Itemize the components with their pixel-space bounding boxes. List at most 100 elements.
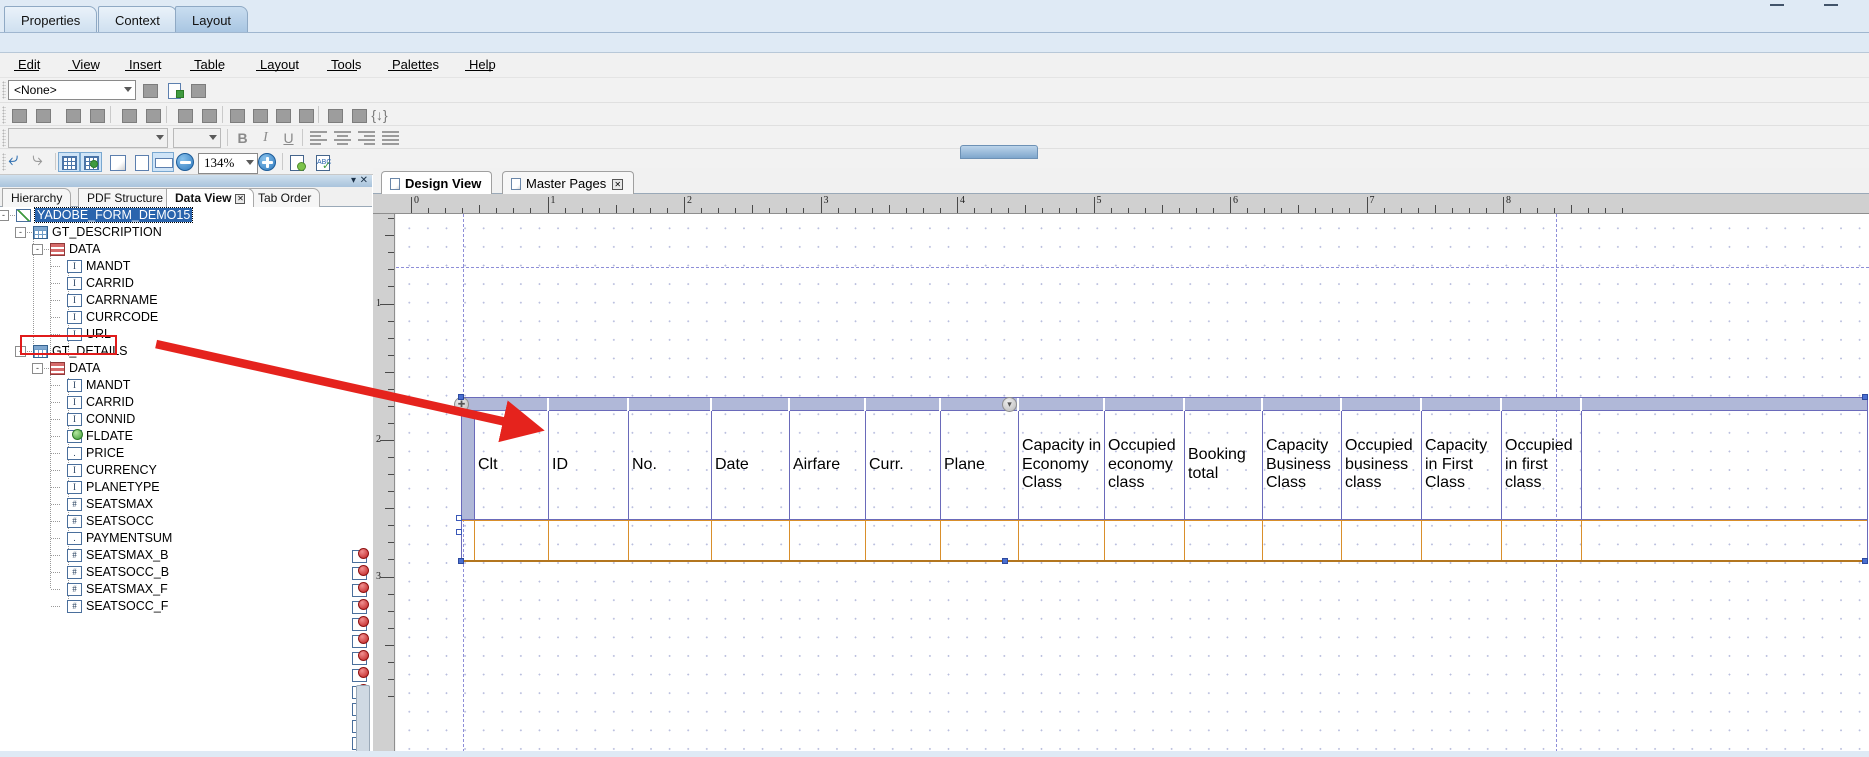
table-header-cell[interactable]: Curr. [866, 411, 941, 519]
resize-handle-br[interactable] [1862, 558, 1868, 564]
page-view-button[interactable] [106, 152, 128, 172]
table-column-selector[interactable] [1019, 398, 1105, 411]
floating-tab-blob[interactable] [960, 145, 1038, 159]
delete-page-button[interactable] [187, 80, 209, 100]
undo-button[interactable]: ⤶ [8, 150, 28, 169]
table-column-selector[interactable] [866, 398, 941, 411]
table-header-row[interactable]: Clt ID No. Date Airfare Curr. Plane Capacity in… [462, 411, 1867, 520]
tree-expander-icon[interactable]: - [0, 210, 9, 221]
table-column-menu-handle[interactable]: ▾ [1002, 397, 1017, 412]
tree-expander-icon[interactable]: - [15, 227, 26, 238]
align-left-button[interactable] [8, 105, 30, 125]
text-align-right-button[interactable] [358, 131, 375, 145]
table-data-cell[interactable] [629, 521, 712, 560]
table-data-cell[interactable] [1263, 521, 1342, 560]
table-column-selector[interactable] [1185, 398, 1263, 411]
panel-tab-pdf-structure[interactable]: PDF Structure [78, 188, 173, 207]
table-column-selector[interactable] [1502, 398, 1582, 411]
align-middle-v-button[interactable] [142, 105, 164, 125]
panel-tab-hierarchy[interactable]: Hierarchy [2, 188, 72, 207]
restore-icon[interactable] [1824, 4, 1838, 6]
zoom-combo[interactable]: 134% [198, 153, 258, 174]
table-data-cell[interactable] [941, 521, 1019, 560]
form-properties-button[interactable] [286, 152, 308, 172]
toolbar-grip-4[interactable] [2, 153, 6, 171]
table-data-cell[interactable] [790, 521, 866, 560]
tab-design-view[interactable]: Design View [381, 171, 493, 194]
resize-handle-bc[interactable] [1002, 558, 1008, 564]
text-align-left-button[interactable] [310, 131, 327, 145]
toolbar-grip-1[interactable] [2, 81, 6, 99]
fit-width-button[interactable] [152, 152, 174, 172]
tree-expander-icon[interactable]: - [32, 244, 43, 255]
vertical-ruler[interactable]: 123 [373, 214, 395, 757]
table-data-cell[interactable] [1422, 521, 1502, 560]
send-backward-button[interactable] [295, 105, 317, 125]
spell-check-button[interactable]: ABC ✓ [312, 152, 334, 172]
table-data-row-handle[interactable] [462, 521, 475, 560]
distribute-v-button[interactable] [198, 105, 220, 125]
table-column-selector[interactable] [629, 398, 712, 411]
zoom-in-button[interactable] [258, 153, 276, 171]
font-family-combo[interactable] [8, 128, 168, 148]
zoom-out-button[interactable] [176, 153, 194, 171]
minimize-icon[interactable] [1770, 4, 1784, 6]
table-column-selector[interactable] [712, 398, 790, 411]
table-column-band[interactable] [462, 398, 1867, 411]
resize-handle-bl[interactable] [458, 558, 464, 564]
table-data-cell[interactable] [1185, 521, 1263, 560]
table-header-cell[interactable]: Occupied business class [1342, 411, 1422, 519]
toolbar-grip-3[interactable] [2, 129, 6, 147]
table-header-cell[interactable]: Plane [941, 411, 1019, 519]
text-align-center-button[interactable] [334, 131, 351, 145]
show-grid-button[interactable] [58, 152, 80, 172]
table-header-cell[interactable]: Occupied in first class [1502, 411, 1582, 519]
tab-master-pages[interactable]: Master Pages ✕ [502, 171, 635, 194]
toolbar-grip-2[interactable] [2, 106, 6, 124]
new-page-button[interactable] [139, 80, 161, 100]
horizontal-ruler[interactable]: 0 1 2 3 4 5 6 7 8 [373, 194, 1869, 214]
text-align-justify-button[interactable] [382, 131, 399, 145]
table-column-selector[interactable] [1422, 398, 1502, 411]
tree-scrollbar[interactable] [356, 685, 370, 757]
table-header-cell[interactable]: Capacity in Economy Class [1019, 411, 1105, 519]
wrap-braces-icon[interactable]: {↓} [370, 106, 389, 124]
bring-to-front-button[interactable] [226, 105, 248, 125]
table-data-cell[interactable] [1342, 521, 1422, 560]
data-view-tree[interactable]: - YADOBE_FORM_DEMO15- GT_DESCRIPTION - DATA I… [0, 207, 372, 757]
table-header-cell[interactable]: No. [629, 411, 712, 519]
panel-tab-tab-order[interactable]: Tab Order [249, 188, 321, 207]
align-bottom-button[interactable] [86, 105, 108, 125]
table-data-cell[interactable] [1502, 521, 1582, 560]
redo-button[interactable]: ⤷ [32, 150, 52, 169]
table-header-cell[interactable]: Capacity in First Class [1422, 411, 1502, 519]
align-top-button[interactable] [62, 105, 84, 125]
table-data-cell[interactable] [866, 521, 941, 560]
table-data-cell[interactable] [712, 521, 790, 560]
table-data-cell[interactable] [549, 521, 629, 560]
style-combo[interactable]: <None> [8, 80, 136, 100]
snap-to-grid-button[interactable] [80, 152, 102, 172]
table-data-cell[interactable] [475, 521, 549, 560]
table-header-cell[interactable]: Occupied economy class [1105, 411, 1185, 519]
table-header-cell[interactable]: Airfare [790, 411, 866, 519]
close-icon[interactable]: ✕ [235, 194, 246, 204]
table-data-cell[interactable] [1105, 521, 1185, 560]
ungroup-button[interactable] [348, 105, 370, 125]
insert-page-button[interactable] [163, 80, 185, 100]
tab-context[interactable]: Context [98, 6, 177, 32]
row-resize-handle-left[interactable] [456, 515, 462, 521]
tree-expander-icon[interactable]: - [32, 363, 43, 374]
table-header-cell[interactable]: Capacity Business Class [1263, 411, 1342, 519]
form-page[interactable]: Clt ID No. Date Airfare Curr. Plane Capacity in… [396, 214, 1869, 757]
table-data-row[interactable] [462, 520, 1867, 562]
form-table[interactable]: Clt ID No. Date Airfare Curr. Plane Capacity in… [454, 394, 1868, 564]
send-to-back-button[interactable] [249, 105, 271, 125]
fit-height-button[interactable] [130, 152, 152, 172]
table-column-selector[interactable] [790, 398, 866, 411]
table-column-selector[interactable] [1263, 398, 1342, 411]
font-size-combo[interactable] [173, 128, 221, 148]
palette-title-bar[interactable]: ▾ ✕ [0, 175, 372, 187]
align-right-button[interactable] [32, 105, 54, 125]
underline-button[interactable]: U [279, 129, 298, 147]
